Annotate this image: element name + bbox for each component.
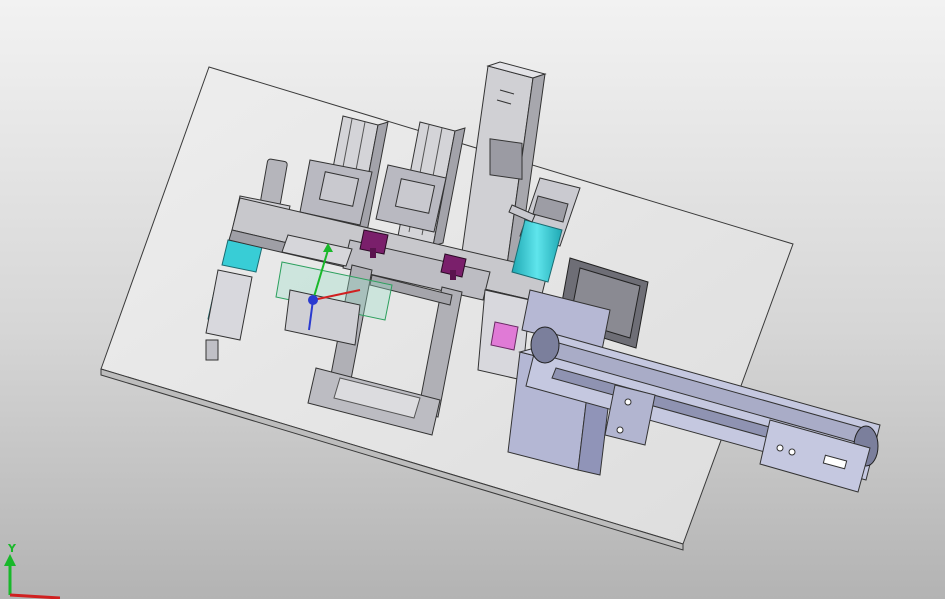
belt-pulley-left <box>530 326 560 364</box>
stepper-motor-top <box>489 138 523 180</box>
view-orientation-triad: Y <box>4 542 60 599</box>
x-axis-line <box>9 593 60 599</box>
y-axis-arrow-icon <box>4 554 16 566</box>
cad-viewport[interactable]: Y <box>0 0 945 599</box>
3d-model-scene[interactable] <box>0 0 945 599</box>
y-axis-label: Y <box>7 542 17 555</box>
